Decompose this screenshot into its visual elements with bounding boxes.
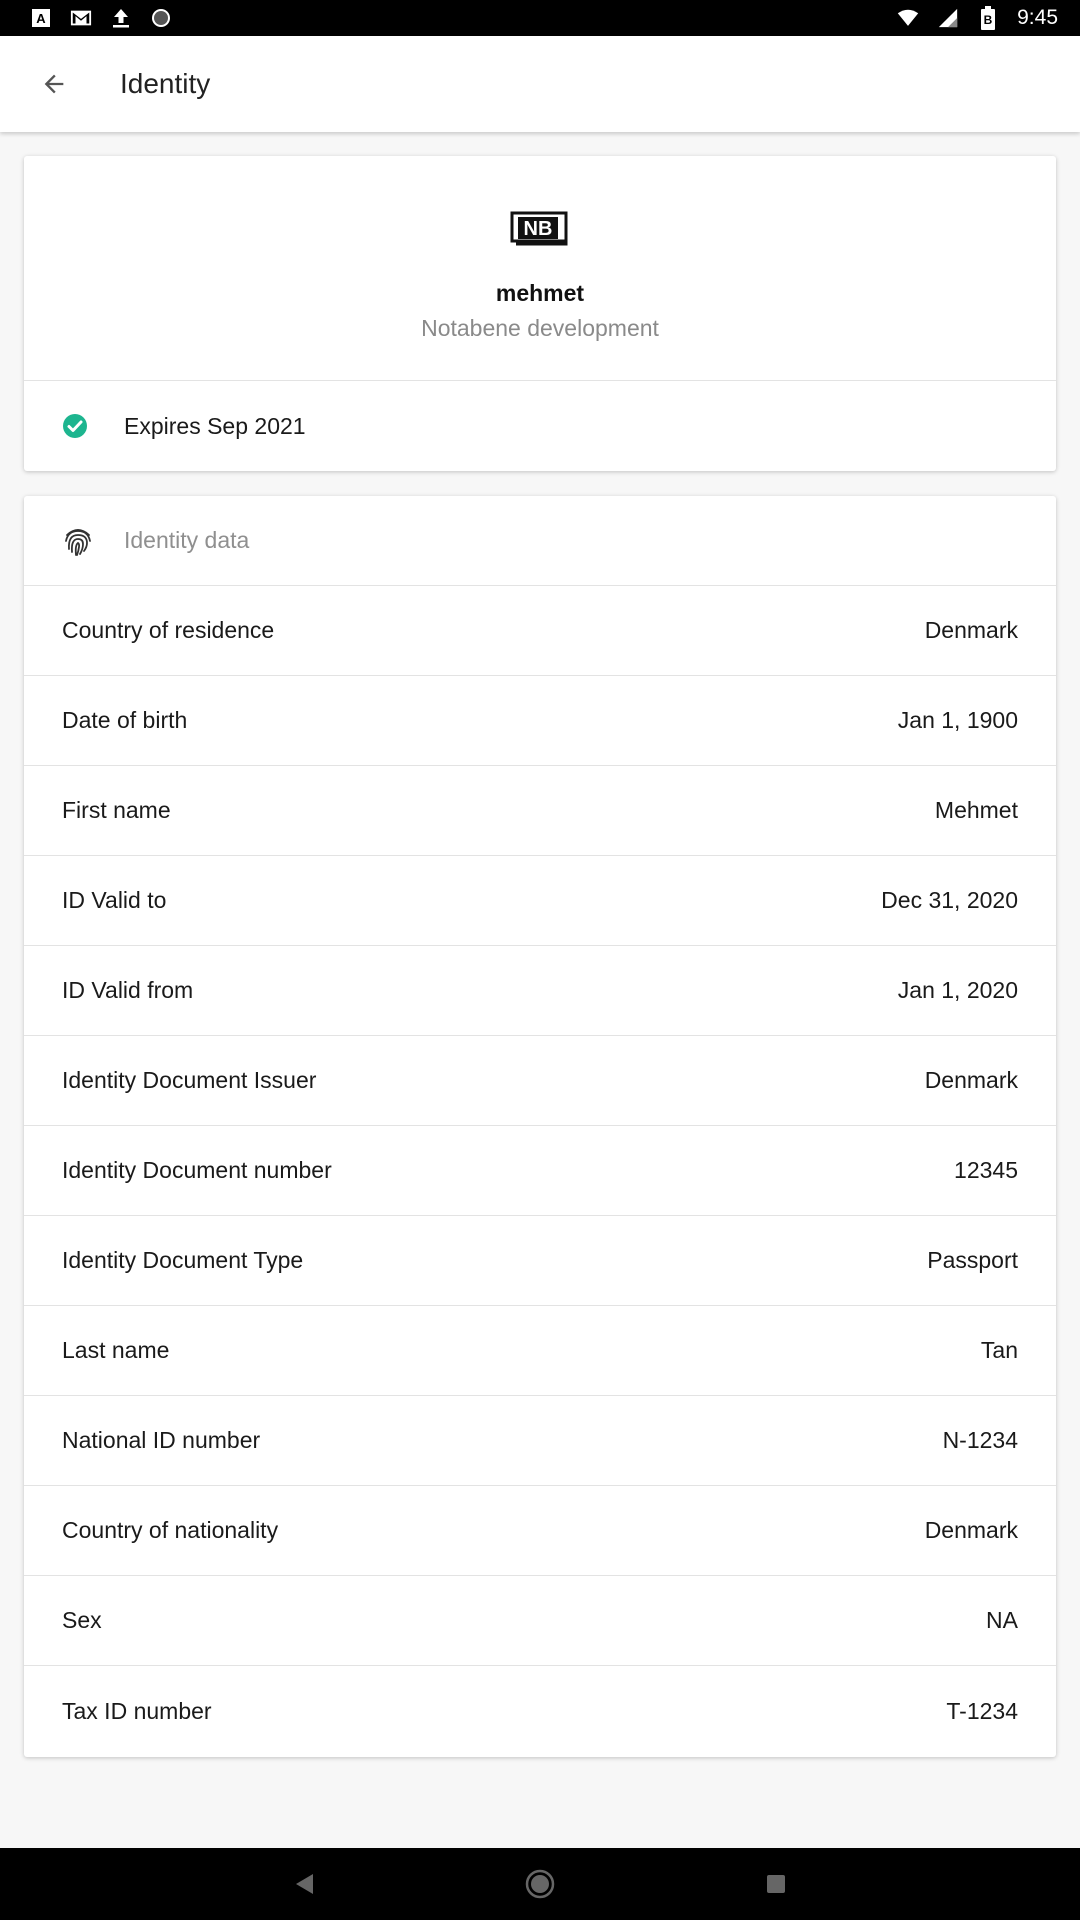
row-label: Identity Document Issuer: [62, 1067, 317, 1093]
row-value: N-1234: [942, 1427, 1018, 1453]
nav-home-button[interactable]: [522, 1866, 558, 1902]
row-label: Identity Document number: [62, 1157, 332, 1183]
svg-text:A: A: [36, 11, 46, 26]
row-label: ID Valid from: [62, 977, 194, 1003]
expires-text: Expires Sep 2021: [124, 412, 306, 439]
nav-back-button[interactable]: [286, 1866, 322, 1902]
upload-icon: [110, 7, 132, 29]
nav-recents-button[interactable]: [758, 1866, 794, 1902]
data-row-date-of-birth: Date of birth Jan 1, 1900: [24, 676, 1056, 766]
app-bar: Identity: [0, 36, 1080, 132]
nav-home-icon: [525, 1869, 555, 1899]
row-value: Dec 31, 2020: [881, 887, 1018, 913]
status-time: 9:45: [1017, 6, 1058, 29]
row-label: National ID number: [62, 1427, 261, 1453]
signal-icon: [937, 7, 959, 29]
data-row-national-id: National ID number N-1234: [24, 1396, 1056, 1486]
row-value: Denmark: [924, 1517, 1018, 1543]
row-label: Identity Document Type: [62, 1247, 304, 1273]
check-circle-icon: [63, 414, 87, 438]
profile-header: NB mehmet Notabene development: [24, 156, 1056, 381]
system-nav-bar: [0, 1848, 1080, 1920]
status-left-icons: A: [30, 7, 172, 29]
user-name: mehmet: [495, 280, 585, 306]
organization-name: Notabene development: [421, 315, 659, 341]
gmail-icon: [70, 7, 92, 29]
identity-data-header: Identity data: [24, 496, 1056, 586]
row-value: Denmark: [924, 617, 1018, 643]
data-row-document-number: Identity Document number 12345: [24, 1126, 1056, 1216]
text-a-icon: A: [30, 7, 52, 29]
row-value: Jan 1, 2020: [897, 977, 1018, 1003]
svg-text:B: B: [984, 13, 993, 27]
row-value: Jan 1, 1900: [897, 707, 1018, 733]
row-value: NA: [986, 1607, 1018, 1633]
notabene-logo: NB: [509, 210, 571, 248]
row-value: Denmark: [924, 1067, 1018, 1093]
row-label: First name: [62, 797, 171, 823]
data-row-sex: Sex NA: [24, 1576, 1056, 1666]
data-row-country-of-residence: Country of residence Denmark: [24, 586, 1056, 676]
data-row-last-name: Last name Tan: [24, 1306, 1056, 1396]
expires-row: Expires Sep 2021: [24, 381, 1056, 471]
identity-data-card: Identity data Country of residence Denma…: [24, 496, 1056, 1757]
row-label: Date of birth: [62, 707, 188, 733]
row-value: Passport: [927, 1247, 1018, 1273]
row-value: 12345: [954, 1157, 1018, 1183]
nav-back-icon: [296, 1874, 313, 1894]
svg-text:NB: NB: [524, 218, 553, 240]
row-label: Last name: [62, 1337, 170, 1363]
row-value: Mehmet: [934, 797, 1018, 823]
record-icon: [150, 7, 172, 29]
profile-card: NB mehmet Notabene development Expires S…: [24, 156, 1056, 471]
status-bar: A B 9:45: [0, 0, 1080, 36]
row-label: Tax ID number: [62, 1697, 212, 1724]
row-label: Sex: [62, 1607, 102, 1633]
data-row-tax-id: Tax ID number T-1234: [24, 1666, 1056, 1756]
identity-data-label: Identity data: [124, 527, 250, 553]
fingerprint-icon: [65, 528, 91, 556]
status-right-icons: B 9:45: [897, 6, 1058, 30]
data-row-first-name: First name Mehmet: [24, 766, 1056, 856]
row-value: T-1234: [946, 1697, 1018, 1724]
data-row-nationality: Country of nationality Denmark: [24, 1486, 1056, 1576]
nav-recents-icon: [767, 1875, 785, 1893]
battery-icon: B: [977, 6, 999, 30]
row-label: Country of residence: [62, 617, 275, 643]
page-title: Identity: [120, 68, 211, 99]
back-button[interactable]: [26, 56, 82, 112]
row-value: Tan: [980, 1337, 1018, 1363]
arrow-back-icon: [44, 74, 64, 94]
wifi-icon: [897, 7, 919, 29]
row-label: Country of nationality: [62, 1517, 279, 1543]
data-row-id-valid-from: ID Valid from Jan 1, 2020: [24, 946, 1056, 1036]
row-label: ID Valid to: [62, 887, 167, 913]
data-row-document-type: Identity Document Type Passport: [24, 1216, 1056, 1306]
data-row-id-valid-to: ID Valid to Dec 31, 2020: [24, 856, 1056, 946]
data-row-document-issuer: Identity Document Issuer Denmark: [24, 1036, 1056, 1126]
